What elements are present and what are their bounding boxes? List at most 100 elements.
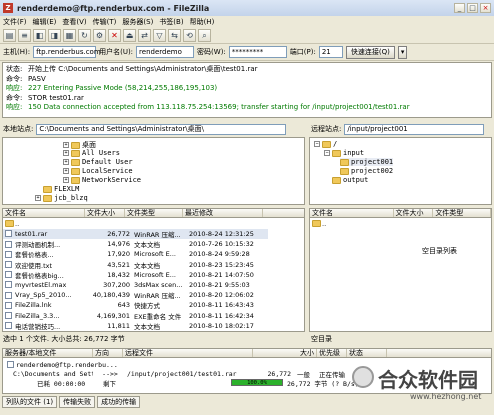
file-icon [5,281,12,289]
cell-type: 文本文档 [134,241,160,250]
remote-tree-node[interactable]: − input [324,149,364,157]
filter-icon[interactable]: ▽ [153,29,166,42]
column-filesize[interactable]: 文件大小 [394,209,434,217]
local-file-list[interactable]: .. test01.rar 26,772 WinRAR 压缩... 2010-8-24 … [2,218,305,332]
queue-server-row[interactable]: renderdemo@ftp.renderbu... [7,360,118,369]
list-item[interactable]: 欢迎使用.txt 43,521 文本文档 2010-8-23 15:23:45 [3,260,268,270]
list-item[interactable]: test01.rar 26,772 WinRAR 压缩... 2010-8-24 12… [3,229,268,239]
cell-type: Microsoft E... [134,270,176,279]
column-remote-file[interactable]: 远程文件 [123,349,253,357]
remote-tree-node[interactable]: output [332,176,368,184]
remote-file-list-header: 文件名 文件大小 文件类型 [309,208,492,218]
menu-view[interactable]: 查看(V) [62,17,86,27]
tab-failed-transfers[interactable]: 传输失败 [59,396,96,408]
cell-type: 快捷方式 [134,302,160,311]
menu-bookmarks[interactable]: 书签(B) [159,17,183,27]
toggle-local-tree-icon[interactable]: ◧ [33,29,46,42]
site-manager-icon[interactable]: ▤ [3,29,16,42]
column-modified[interactable]: 最近修改 [183,209,263,217]
menu-file[interactable]: 文件(F) [3,17,27,27]
quickconnect-dropdown[interactable]: ▾ [397,45,408,59]
file-icon [5,240,12,248]
local-tree-node[interactable]: + NetworkService [63,176,141,184]
local-tree-node[interactable]: + jcb_blzq [35,194,88,202]
reconnect-icon[interactable]: ⇄ [138,29,151,42]
cell-size: 11,811 [107,321,130,330]
remote-file-list[interactable]: .. 空目录列表 [309,218,492,332]
sync-browse-icon[interactable]: ⟲ [183,29,196,42]
menu-transfer[interactable]: 传输(T) [93,17,117,27]
local-tree-node[interactable]: + All Users [63,149,120,157]
cell-size: 17,920 [107,250,130,259]
log-row: 命令: PASV [6,74,46,83]
column-filename[interactable]: 文件名 [3,209,85,217]
remote-tree-node[interactable]: − / [314,140,337,148]
list-item[interactable]: FileZilla.lnk 643 快捷方式 2010-8-11 16:43:43 [3,301,268,311]
list-item[interactable]: Vray_Sp5_2010... 40,180,439 WinRAR 压缩... 20… [3,290,268,300]
remote-tree-node-selected[interactable]: project001 [340,158,394,166]
remote-directory-tree[interactable]: − / − input project001 project002 output [309,137,492,205]
username-input[interactable]: renderdemo [136,46,195,58]
cancel-icon[interactable]: ✕ [108,29,121,42]
remote-tree-node[interactable]: project002 [340,167,393,175]
watermark-text: 合众软件园 [378,368,478,392]
list-item[interactable]: 套餐价格表big... 18,432 Microsoft E... 2010-8-21… [3,270,268,280]
local-tree-node[interactable]: FLEXLM [43,185,79,193]
local-file-list-header: 文件名 文件大小 文件类型 最近修改 [2,208,305,218]
list-item[interactable]: myvrtestEl.max 307,200 3dsMax scen... 2010-… [3,280,268,290]
password-input[interactable]: ********* [228,46,287,58]
local-tree-node[interactable]: + Default User [63,158,133,166]
compare-icon[interactable]: ⇆ [168,29,181,42]
search-icon[interactable]: ⌕ [198,29,211,42]
toggle-queue-icon[interactable]: ▦ [63,29,76,42]
remote-path-input[interactable]: /input/project001 [344,123,485,135]
disconnect-icon[interactable]: ⏏ [123,29,136,42]
toggle-log-icon[interactable]: ≡ [18,29,31,42]
maximize-button[interactable]: □ [467,3,478,13]
cell-type: 文本文档 [134,322,160,331]
cell-date: 2010-8-23 15:23:45 [189,260,254,269]
local-tree-node[interactable]: + LocalService [63,167,133,175]
list-item[interactable]: .. [312,219,326,229]
column-filesize[interactable]: 文件大小 [85,209,125,217]
list-item[interactable]: 电话营销技巧... 11,811 文本文档 2010-8-10 18:02:17 [3,321,268,331]
column-filetype[interactable]: 文件类型 [433,209,491,217]
message-log[interactable]: 状态: 开始上传 C:\Documents and Settings\Admini… [2,62,492,118]
host-input[interactable]: ftp.renderbus.com [33,46,101,58]
column-filetype[interactable]: 文件类型 [125,209,183,217]
list-item[interactable]: 评测动画机制... 14,976 文本文档 2010-7-26 10:15:32 [3,239,268,249]
column-filename[interactable]: 文件名 [310,209,394,217]
quickconnect-bar: 主机(H): ftp.renderbus.com 用户名(U): renderd… [0,44,494,61]
menu-server[interactable]: 服务器(S) [122,17,153,27]
local-path-input[interactable]: C:\Documents and Settings\Administrator\… [36,123,287,135]
column-server-local[interactable]: 服务器/本地文件 [3,349,93,357]
folder-icon [332,149,341,157]
file-icon [5,312,12,320]
toggle-remote-tree-icon[interactable]: ◨ [48,29,61,42]
cell-name: 套餐价格表big... [15,271,64,280]
tab-queued-files[interactable]: 列队的文件 (1) [2,396,58,408]
port-input[interactable]: 21 [318,46,343,58]
close-button[interactable]: × [480,3,491,13]
list-item[interactable]: .. [3,219,268,229]
queue-elapsed: 已耗 00:00:00 [37,379,86,388]
list-item[interactable]: FileZilla_3.3... 4,169,301 EXE重命名 文件 2010-8… [3,311,268,321]
menu-help[interactable]: 帮助(H) [190,17,215,27]
toolbar: ▤ ≡ ◧ ◨ ▦ ↻ ⚙ ✕ ⏏ ⇄ ▽ ⇆ ⟲ ⌕ [0,28,494,44]
local-directory-tree[interactable]: + 桌面 + All Users + Default User + LocalServi… [2,137,305,205]
queue-size: 26,772 [267,369,291,378]
column-priority[interactable]: 优先级 [317,349,347,357]
process-queue-icon[interactable]: ⚙ [93,29,106,42]
menu-edit[interactable]: 编辑(E) [33,17,57,27]
column-direction[interactable]: 方向 [93,349,123,357]
column-size[interactable]: 大小 [253,349,317,357]
quickconnect-button[interactable]: 快速连接(Q) [345,45,395,59]
remote-site-bar: 远程站点: /input/project001 [311,122,492,136]
cell-size: 14,976 [107,240,130,249]
list-item[interactable]: 套餐价格表... 17,920 Microsoft E... 2010-8-24 9:… [3,250,268,259]
tab-successful-transfers[interactable]: 成功的传输 [97,396,141,408]
column-state[interactable]: 状态 [347,349,387,357]
cell-date: 2010-8-11 16:43:43 [189,301,254,310]
minimize-button[interactable]: _ [454,3,465,13]
refresh-icon[interactable]: ↻ [78,29,91,42]
